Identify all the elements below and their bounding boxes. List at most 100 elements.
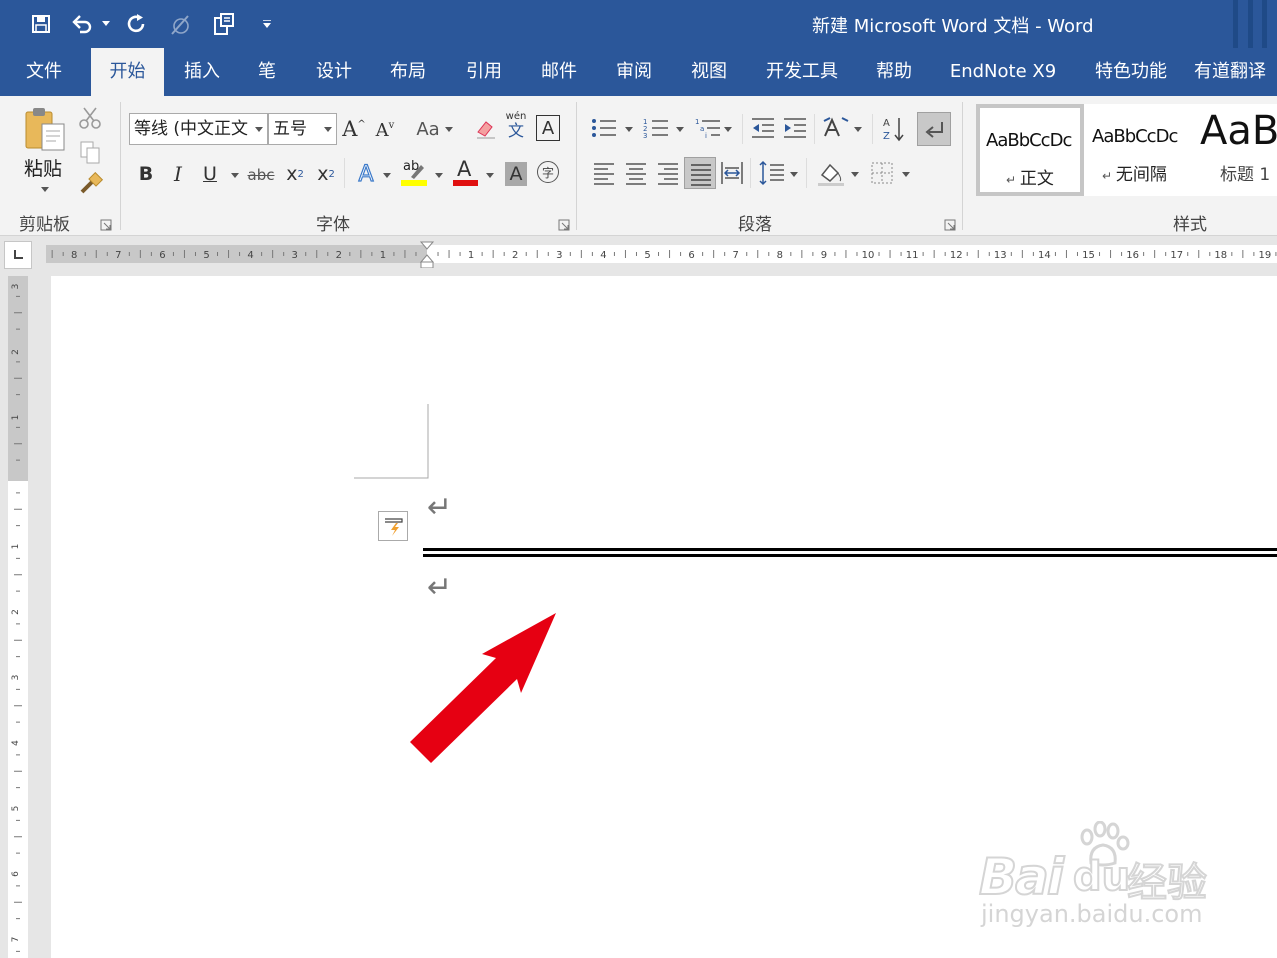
undo-icon[interactable] <box>66 8 100 40</box>
paste-icon[interactable] <box>22 106 68 152</box>
highlight-button[interactable]: ab <box>401 159 429 189</box>
tab-endnote[interactable]: EndNote X9 <box>940 48 1066 96</box>
clipboard-icon[interactable] <box>207 8 241 40</box>
paste-dropdown-icon[interactable] <box>41 187 49 192</box>
save-icon[interactable] <box>24 8 58 40</box>
text-effects-button[interactable]: A <box>354 160 378 188</box>
touch-mode-icon[interactable] <box>163 8 197 40</box>
tab-home[interactable]: 开始 <box>91 48 164 96</box>
change-case-dropdown-icon[interactable] <box>445 127 453 132</box>
bold-button[interactable]: B <box>136 161 156 187</box>
font-color-dropdown-icon[interactable] <box>486 173 494 178</box>
subscript-button[interactable]: x2 <box>283 160 307 188</box>
tab-developer[interactable]: 开发工具 <box>756 48 848 96</box>
tab-review[interactable]: 审阅 <box>602 48 666 96</box>
grow-font-button[interactable]: A ^ <box>342 115 366 143</box>
numbering-dropdown-icon[interactable] <box>676 127 684 132</box>
tab-mailings[interactable]: 邮件 <box>527 48 591 96</box>
shading-dropdown-icon[interactable] <box>851 172 859 177</box>
tab-design[interactable]: 设计 <box>302 48 366 96</box>
redo-icon[interactable] <box>120 8 154 40</box>
style-name: ↵ 正文 <box>1006 169 1054 189</box>
autocorrect-options-button[interactable] <box>378 511 408 541</box>
text-effects-dropdown-icon[interactable] <box>383 173 391 178</box>
justify-button[interactable] <box>684 157 716 189</box>
tab-insert[interactable]: 插入 <box>168 48 236 96</box>
tab-youdao-translate[interactable]: 有道翻译 <box>1194 48 1277 96</box>
tab-draw[interactable]: 笔 <box>244 48 290 96</box>
line-spacing-icon[interactable] <box>758 160 786 186</box>
clear-formatting-icon[interactable] <box>474 116 498 140</box>
shading-icon[interactable] <box>816 159 846 187</box>
style-no-spacing[interactable]: AaBbCcDc ↵ 无间隔 <box>1086 104 1194 196</box>
font-color-button[interactable]: A <box>453 157 479 189</box>
superscript-button[interactable]: x2 <box>314 160 338 188</box>
chinese-layout-icon[interactable] <box>822 116 850 140</box>
group-label-styles: 样式 <box>1173 215 1207 235</box>
tab-help[interactable]: 帮助 <box>862 48 926 96</box>
numbering-icon[interactable]: 123 <box>642 116 670 140</box>
character-border-button[interactable]: A <box>536 115 560 141</box>
bullets-icon[interactable] <box>590 116 618 140</box>
phonetic-guide-button[interactable]: wén 文 <box>505 110 527 140</box>
group-label-clipboard: 剪贴板 <box>19 215 70 235</box>
style-normal[interactable]: AaBbCcDc ↵ 正文 <box>976 104 1084 196</box>
align-right-icon[interactable] <box>656 160 680 186</box>
font-size-combo[interactable]: 五号 <box>268 113 337 145</box>
tab-view[interactable]: 视图 <box>677 48 741 96</box>
tab-special-features[interactable]: 特色功能 <box>1084 48 1178 96</box>
undo-dropdown-icon[interactable] <box>96 8 116 40</box>
font-name-combo[interactable]: 等线 (中文正文 <box>129 113 268 145</box>
paste-label[interactable]: 粘贴 <box>24 154 62 181</box>
bullets-dropdown-icon[interactable] <box>625 127 633 132</box>
ruler-number: 5 <box>644 250 650 261</box>
customize-qat-icon[interactable] <box>250 8 284 40</box>
strikethrough-button[interactable]: abc <box>246 162 276 188</box>
align-left-icon[interactable] <box>592 160 616 186</box>
ruler-number: 14 <box>1038 250 1051 261</box>
horizontal-ruler[interactable]: 8 7 6 5 4 3 2 1 1 2 3 4 5 6 7 8 9 10 11 12 13 14 15 16 17 18 19 <box>36 241 1277 268</box>
svg-text:i: i <box>705 132 707 140</box>
inline-separator <box>742 114 743 144</box>
distributed-icon[interactable] <box>720 160 744 186</box>
paragraph-launcher-icon[interactable] <box>944 216 956 231</box>
red-arrow-annotation <box>410 613 556 763</box>
tab-references[interactable]: 引用 <box>452 48 516 96</box>
ruler-number: 16 <box>1126 250 1139 261</box>
increase-indent-icon[interactable] <box>782 116 808 140</box>
font-launcher-icon[interactable] <box>558 216 570 231</box>
underline-button[interactable]: U <box>199 161 221 187</box>
underline-dropdown-icon[interactable] <box>231 173 239 178</box>
svg-text:A: A <box>883 118 890 129</box>
decrease-indent-icon[interactable] <box>750 116 776 140</box>
shrink-font-button[interactable]: Av <box>374 117 396 143</box>
show-formatting-marks-button[interactable] <box>917 112 951 146</box>
enclose-characters-button[interactable]: 字 <box>537 161 559 183</box>
tab-layout[interactable]: 布局 <box>376 48 440 96</box>
tab-file[interactable]: 文件 <box>8 48 80 96</box>
style-name: 标题 1 <box>1220 165 1271 185</box>
vertical-ruler[interactable]: 3 2 1 1 2 3 4 5 6 7 <box>4 276 32 958</box>
highlight-dropdown-icon[interactable] <box>435 173 443 178</box>
clipboard-launcher-icon[interactable] <box>100 216 112 231</box>
sort-icon[interactable]: AZ <box>882 115 906 143</box>
copy-icon[interactable] <box>79 140 101 164</box>
cut-icon[interactable] <box>78 106 102 130</box>
tab-selector[interactable] <box>4 241 32 269</box>
align-center-icon[interactable] <box>624 160 648 186</box>
multilevel-dropdown-icon[interactable] <box>724 127 732 132</box>
borders-dropdown-icon[interactable] <box>902 172 910 177</box>
line-spacing-dropdown-icon[interactable] <box>790 172 798 177</box>
borders-icon[interactable] <box>870 161 894 185</box>
multilevel-list-icon[interactable]: 1ai <box>694 116 722 140</box>
chinese-layout-dropdown-icon[interactable] <box>854 127 862 132</box>
svg-text:1: 1 <box>695 118 699 126</box>
change-case-button[interactable]: Aa <box>413 116 443 142</box>
document-page[interactable]: ↵ ↵ Bai du 经验 jingyan.baidu.com <box>51 276 1277 958</box>
italic-button[interactable]: I <box>168 161 188 187</box>
character-shading-button[interactable]: A <box>505 162 527 186</box>
style-heading-1[interactable]: AaB 标题 1 <box>1196 104 1277 196</box>
format-painter-icon[interactable] <box>78 171 104 196</box>
ruler-number: 11 <box>906 250 919 261</box>
ruler-number: 3 <box>11 675 21 681</box>
